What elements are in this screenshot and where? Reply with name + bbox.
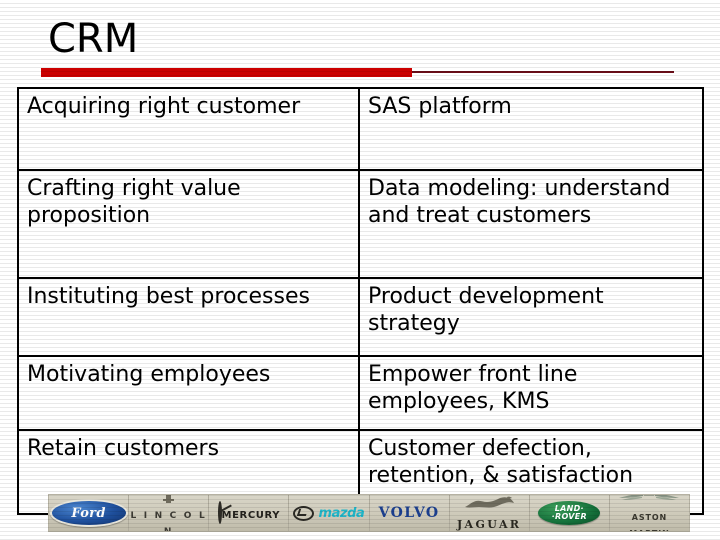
brand-logo-volvo: VOLVO — [370, 495, 450, 531]
jaguar-wordmark: JAGUAR — [456, 517, 522, 531]
table-row: Acquiring right customer SAS platform — [17, 87, 704, 171]
table-cell-left: Instituting best processes — [17, 277, 360, 357]
brand-logo-mercury: MERCURY — [209, 495, 290, 531]
brand-logo-lincoln: L I N C O L N — [129, 495, 210, 531]
slide-canvas: CRM Acquiring right customer SAS platfor… — [0, 0, 720, 540]
volvo-wordmark: VOLVO — [378, 505, 440, 521]
table-cell-right: Data modeling: understand and treat cust… — [358, 169, 704, 279]
title-underline-thick — [41, 68, 412, 77]
mercury-emblem-icon — [217, 501, 222, 524]
table-row: Crafting right value proposition Data mo… — [17, 169, 704, 279]
brand-logo-land-rover: LAND· ·ROVER — [530, 495, 610, 531]
table-cell-left: Crafting right value proposition — [17, 169, 360, 279]
ford-oval-icon: Ford — [49, 499, 128, 527]
ford-wordmark: Ford — [71, 505, 106, 521]
aston-martin-wordmark: ASTON MARTIN — [629, 513, 669, 532]
mazda-wordmark: mazda — [318, 505, 365, 521]
brand-logo-strip: Ford L I N C O L N MERCURY mazda VOLVO — [48, 494, 690, 532]
aston-martin-wings-icon — [619, 495, 680, 500]
lincoln-wordmark: L I N C O L N — [130, 510, 207, 531]
brand-logo-mazda: mazda — [289, 495, 370, 531]
land-rover-oval-icon: LAND· ·ROVER — [538, 501, 601, 525]
table-cell-left: Acquiring right customer — [17, 87, 360, 171]
lincoln-star-icon — [163, 495, 175, 503]
table-cell-left: Motivating employees — [17, 355, 360, 431]
title-underline-thin — [412, 71, 674, 73]
table-cell-right: SAS platform — [358, 87, 704, 171]
mercury-wordmark: MERCURY — [221, 510, 281, 521]
brand-logo-aston-martin: ASTON MARTIN — [610, 495, 689, 531]
table-cell-right: Product development strategy — [358, 277, 704, 357]
mazda-emblem-icon — [293, 505, 315, 521]
brand-logo-ford: Ford — [49, 495, 130, 531]
table-row: Motivating employees Empower front line … — [17, 355, 704, 431]
crm-table: Acquiring right customer SAS platform Cr… — [17, 87, 704, 515]
land-rover-wordmark-line2: ·ROVER — [551, 512, 587, 521]
table-row: Instituting best processes Product devel… — [17, 277, 704, 357]
table-cell-right: Empower front line employees, KMS — [358, 355, 704, 431]
page-title: CRM — [48, 16, 139, 62]
jaguar-leaper-icon — [465, 496, 515, 507]
brand-logo-jaguar: JAGUAR — [450, 495, 530, 531]
